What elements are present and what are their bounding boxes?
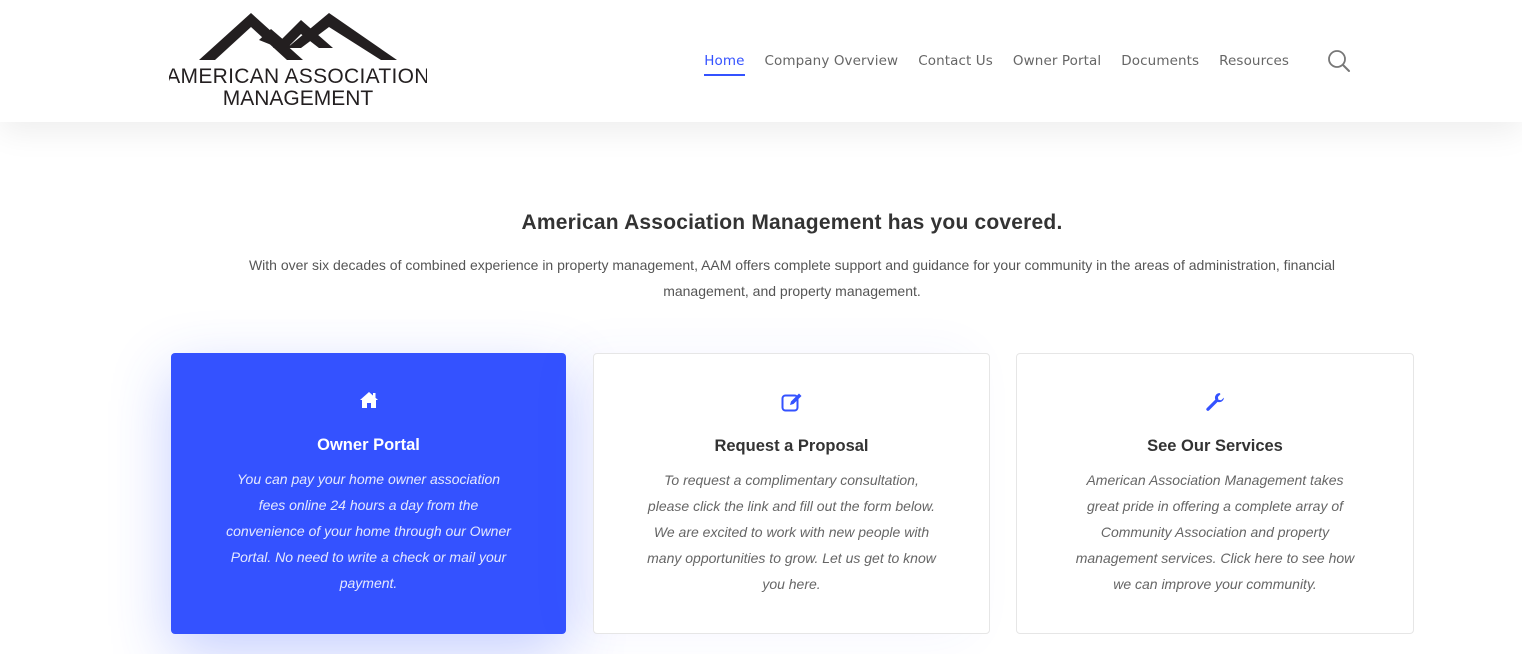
nav-owner-portal[interactable]: Owner Portal [1013,53,1101,69]
logo-line2: MANAGEMENT [223,87,374,110]
card-title: Request a Proposal [714,437,869,455]
card-text: To request a complimentary consultation,… [647,472,936,592]
edit-icon [594,392,989,412]
nav-resources[interactable]: Resources [1219,53,1289,69]
request-proposal-card[interactable]: Request a Proposal To request a complime… [593,353,990,634]
intro-text: With over six decades of combined experi… [248,257,1336,299]
card-text: American Association Management takes gr… [1075,472,1355,592]
logo-line1: AMERICAN ASSOCIATION [169,65,427,88]
nav-company-overview[interactable]: Company Overview [765,53,899,69]
site-header: AMERICAN ASSOCIATION MANAGEMENT Home Com… [0,0,1522,122]
nav-contact-us[interactable]: Contact Us [918,53,993,69]
main-nav: Home Company Overview Contact Us Owner P… [684,49,1351,76]
logo[interactable]: AMERICAN ASSOCIATION MANAGEMENT [166,12,429,110]
card-title: Owner Portal [317,436,420,454]
wrench-icon [1017,392,1413,412]
see-services-card[interactable]: See Our Services American Association Ma… [1016,353,1414,634]
intro-title: American Association Management has you … [521,211,1063,234]
search-icon[interactable] [1327,49,1351,73]
home-icon [171,391,566,411]
owner-portal-card[interactable]: Owner Portal You can pay your home owner… [171,353,566,634]
card-text: You can pay your home owner association … [226,471,511,591]
nav-documents[interactable]: Documents [1121,53,1199,69]
card-title: See Our Services [1147,437,1283,455]
logo-mountains-icon: AMERICAN ASSOCIATION MANAGEMENT [166,13,429,110]
nav-home[interactable]: Home [704,53,745,76]
